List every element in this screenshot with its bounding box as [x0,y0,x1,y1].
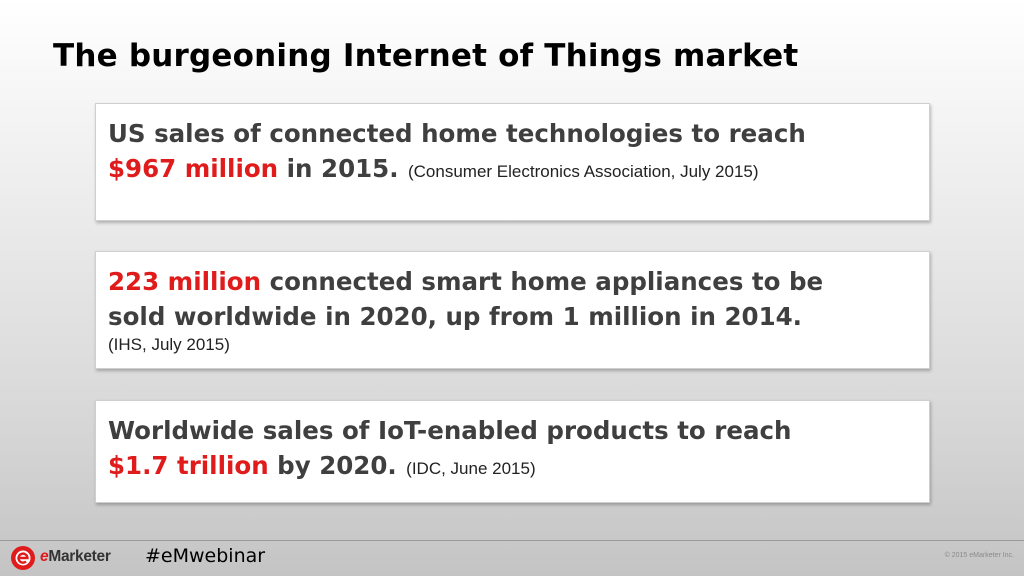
stat-line-2: sold worldwide in 2020, up from 1 millio… [108,299,917,334]
emarketer-brand: eMarketer [40,548,111,565]
footer-divider [0,540,1024,541]
copyright-notice: © 2015 eMarketer Inc. [944,552,1014,559]
stat-text: sold worldwide in 2020, up from 1 millio… [108,302,802,331]
stat-text: in 2015. [278,154,399,183]
stat-highlight: 223 million [108,267,262,296]
emarketer-logo-icon [11,546,35,570]
stat-line-1: Worldwide sales of IoT-enabled products … [108,413,917,448]
stat-text: connected smart home appliances to be [261,267,824,296]
stat-card-connected-home-sales: US sales of connected home technologies … [95,103,930,221]
stat-line-1: US sales of connected home technologies … [108,116,917,151]
stat-card-iot-products: Worldwide sales of IoT-enabled products … [95,400,930,503]
webinar-hashtag: #eMwebinar [145,545,266,567]
stat-source: (IHS, July 2015) [108,335,230,354]
stat-highlight: $1.7 trillion [108,451,269,480]
stat-text: by 2020. [268,451,397,480]
stat-line-2: $1.7 trillion by 2020. (IDC, June 2015) [108,448,917,486]
stat-line-1: 223 million connected smart home applian… [108,264,917,299]
stat-text: Worldwide sales of IoT-enabled products … [108,416,792,445]
stat-highlight: $967 million [108,154,279,183]
stat-card-smart-appliances: 223 million connected smart home applian… [95,251,930,369]
slide-title: The burgeoning Internet of Things market [53,38,799,74]
stat-text: US sales of connected home technologies … [108,119,806,148]
stat-line-2: $967 million in 2015. (Consumer Electron… [108,151,917,189]
stat-source: (Consumer Electronics Association, July … [407,162,759,181]
stat-source: (IDC, June 2015) [406,459,536,478]
